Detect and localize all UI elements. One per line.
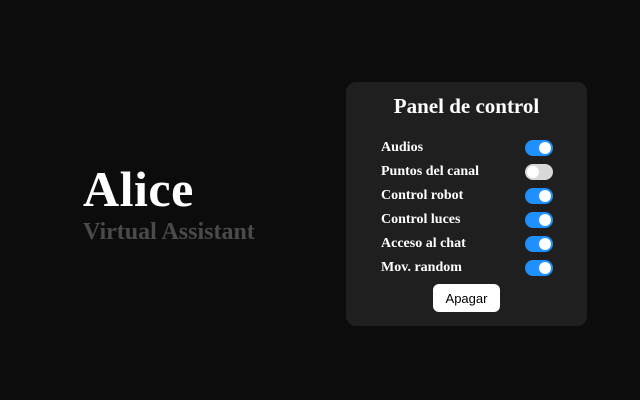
toggle-knob bbox=[527, 166, 539, 178]
shutdown-button[interactable]: Apagar bbox=[433, 284, 500, 312]
panel-title: Panel de control bbox=[393, 94, 540, 118]
toggle-row-random-movement: Mov. random bbox=[381, 256, 553, 280]
toggle-row-channel-points: Puntos del canal bbox=[381, 160, 553, 184]
toggle-lights-control[interactable] bbox=[525, 212, 553, 228]
toggle-row-lights-control: Control luces bbox=[381, 208, 553, 232]
toggle-robot-control[interactable] bbox=[525, 188, 553, 204]
toggle-knob bbox=[539, 262, 551, 274]
toggle-random-movement[interactable] bbox=[525, 260, 553, 276]
toggle-label-robot-control: Control robot bbox=[381, 188, 464, 203]
toggle-channel-points[interactable] bbox=[525, 164, 553, 180]
toggle-list: Audios Puntos del canal Control robot Co… bbox=[381, 136, 553, 280]
toggle-label-random-movement: Mov. random bbox=[381, 260, 462, 275]
toggle-knob bbox=[539, 190, 551, 202]
toggle-row-audios: Audios bbox=[381, 136, 553, 160]
brand-block: Alice Virtual Assistant bbox=[83, 160, 255, 246]
toggle-label-channel-points: Puntos del canal bbox=[381, 164, 480, 179]
toggle-label-lights-control: Control luces bbox=[381, 212, 461, 227]
toggle-label-chat-access: Acceso al chat bbox=[381, 236, 466, 251]
toggle-label-audios: Audios bbox=[381, 140, 424, 155]
toggle-row-robot-control: Control robot bbox=[381, 184, 553, 208]
toggle-knob bbox=[539, 142, 551, 154]
toggle-row-chat-access: Acceso al chat bbox=[381, 232, 553, 256]
toggle-knob bbox=[539, 214, 551, 226]
app-title: Alice bbox=[83, 161, 194, 217]
toggle-knob bbox=[539, 238, 551, 250]
app-subtitle: Virtual Assistant bbox=[83, 219, 255, 245]
toggle-audios[interactable] bbox=[525, 140, 553, 156]
toggle-chat-access[interactable] bbox=[525, 236, 553, 252]
